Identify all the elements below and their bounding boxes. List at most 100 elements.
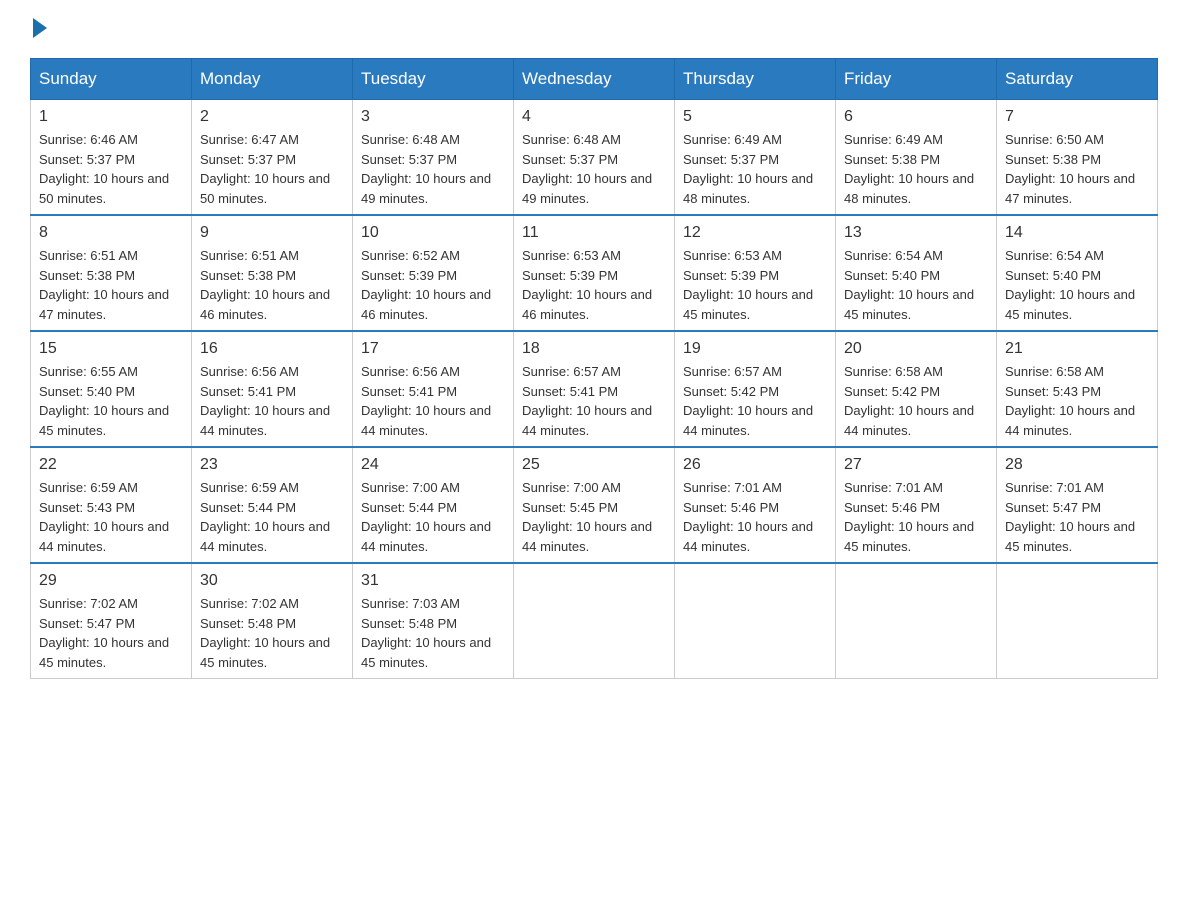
day-number: 20 (844, 340, 988, 358)
day-info: Sunrise: 6:46 AM Sunset: 5:37 PM Dayligh… (39, 130, 183, 208)
calendar-cell: 15 Sunrise: 6:55 AM Sunset: 5:40 PM Dayl… (31, 331, 192, 447)
calendar-cell: 13 Sunrise: 6:54 AM Sunset: 5:40 PM Dayl… (836, 215, 997, 331)
calendar-cell: 17 Sunrise: 6:56 AM Sunset: 5:41 PM Dayl… (353, 331, 514, 447)
day-info: Sunrise: 6:53 AM Sunset: 5:39 PM Dayligh… (683, 246, 827, 324)
day-number: 27 (844, 456, 988, 474)
day-number: 26 (683, 456, 827, 474)
day-info: Sunrise: 6:52 AM Sunset: 5:39 PM Dayligh… (361, 246, 505, 324)
day-number: 4 (522, 108, 666, 126)
calendar-cell (514, 563, 675, 679)
day-number: 18 (522, 340, 666, 358)
day-number: 24 (361, 456, 505, 474)
calendar-day-header: Sunday (31, 59, 192, 100)
day-info: Sunrise: 6:57 AM Sunset: 5:42 PM Dayligh… (683, 362, 827, 440)
day-number: 2 (200, 108, 344, 126)
day-number: 25 (522, 456, 666, 474)
day-number: 19 (683, 340, 827, 358)
calendar-day-header: Thursday (675, 59, 836, 100)
day-number: 13 (844, 224, 988, 242)
day-info: Sunrise: 6:58 AM Sunset: 5:42 PM Dayligh… (844, 362, 988, 440)
day-info: Sunrise: 6:50 AM Sunset: 5:38 PM Dayligh… (1005, 130, 1149, 208)
day-info: Sunrise: 7:02 AM Sunset: 5:48 PM Dayligh… (200, 594, 344, 672)
day-info: Sunrise: 6:51 AM Sunset: 5:38 PM Dayligh… (39, 246, 183, 324)
calendar-cell: 25 Sunrise: 7:00 AM Sunset: 5:45 PM Dayl… (514, 447, 675, 563)
day-number: 15 (39, 340, 183, 358)
logo (30, 20, 47, 40)
calendar-cell: 18 Sunrise: 6:57 AM Sunset: 5:41 PM Dayl… (514, 331, 675, 447)
day-info: Sunrise: 7:01 AM Sunset: 5:46 PM Dayligh… (683, 478, 827, 556)
calendar-week-row: 1 Sunrise: 6:46 AM Sunset: 5:37 PM Dayli… (31, 100, 1158, 216)
calendar-day-header: Wednesday (514, 59, 675, 100)
calendar-cell: 26 Sunrise: 7:01 AM Sunset: 5:46 PM Dayl… (675, 447, 836, 563)
calendar-header: SundayMondayTuesdayWednesdayThursdayFrid… (31, 59, 1158, 100)
day-info: Sunrise: 6:56 AM Sunset: 5:41 PM Dayligh… (200, 362, 344, 440)
day-number: 31 (361, 572, 505, 590)
calendar-cell (675, 563, 836, 679)
day-info: Sunrise: 6:58 AM Sunset: 5:43 PM Dayligh… (1005, 362, 1149, 440)
day-info: Sunrise: 6:57 AM Sunset: 5:41 PM Dayligh… (522, 362, 666, 440)
day-number: 28 (1005, 456, 1149, 474)
calendar-cell: 14 Sunrise: 6:54 AM Sunset: 5:40 PM Dayl… (997, 215, 1158, 331)
day-number: 17 (361, 340, 505, 358)
calendar-cell: 4 Sunrise: 6:48 AM Sunset: 5:37 PM Dayli… (514, 100, 675, 216)
calendar-cell: 9 Sunrise: 6:51 AM Sunset: 5:38 PM Dayli… (192, 215, 353, 331)
day-number: 16 (200, 340, 344, 358)
calendar-day-header: Friday (836, 59, 997, 100)
day-info: Sunrise: 6:54 AM Sunset: 5:40 PM Dayligh… (1005, 246, 1149, 324)
calendar-cell: 19 Sunrise: 6:57 AM Sunset: 5:42 PM Dayl… (675, 331, 836, 447)
calendar-cell: 8 Sunrise: 6:51 AM Sunset: 5:38 PM Dayli… (31, 215, 192, 331)
calendar-cell: 6 Sunrise: 6:49 AM Sunset: 5:38 PM Dayli… (836, 100, 997, 216)
day-number: 3 (361, 108, 505, 126)
calendar-cell: 24 Sunrise: 7:00 AM Sunset: 5:44 PM Dayl… (353, 447, 514, 563)
day-info: Sunrise: 6:55 AM Sunset: 5:40 PM Dayligh… (39, 362, 183, 440)
day-number: 7 (1005, 108, 1149, 126)
calendar-cell: 7 Sunrise: 6:50 AM Sunset: 5:38 PM Dayli… (997, 100, 1158, 216)
day-number: 11 (522, 224, 666, 242)
calendar-cell: 20 Sunrise: 6:58 AM Sunset: 5:42 PM Dayl… (836, 331, 997, 447)
page-header (30, 20, 1158, 40)
calendar-cell: 2 Sunrise: 6:47 AM Sunset: 5:37 PM Dayli… (192, 100, 353, 216)
day-info: Sunrise: 6:56 AM Sunset: 5:41 PM Dayligh… (361, 362, 505, 440)
day-info: Sunrise: 7:00 AM Sunset: 5:45 PM Dayligh… (522, 478, 666, 556)
day-info: Sunrise: 6:48 AM Sunset: 5:37 PM Dayligh… (361, 130, 505, 208)
day-number: 23 (200, 456, 344, 474)
day-number: 1 (39, 108, 183, 126)
calendar-cell: 28 Sunrise: 7:01 AM Sunset: 5:47 PM Dayl… (997, 447, 1158, 563)
day-number: 29 (39, 572, 183, 590)
logo-arrow-icon (33, 18, 47, 38)
calendar-week-row: 15 Sunrise: 6:55 AM Sunset: 5:40 PM Dayl… (31, 331, 1158, 447)
day-info: Sunrise: 7:02 AM Sunset: 5:47 PM Dayligh… (39, 594, 183, 672)
day-info: Sunrise: 7:01 AM Sunset: 5:46 PM Dayligh… (844, 478, 988, 556)
day-number: 30 (200, 572, 344, 590)
calendar-day-header: Saturday (997, 59, 1158, 100)
calendar-cell: 31 Sunrise: 7:03 AM Sunset: 5:48 PM Dayl… (353, 563, 514, 679)
day-info: Sunrise: 6:59 AM Sunset: 5:44 PM Dayligh… (200, 478, 344, 556)
day-info: Sunrise: 6:53 AM Sunset: 5:39 PM Dayligh… (522, 246, 666, 324)
day-number: 12 (683, 224, 827, 242)
calendar-cell: 23 Sunrise: 6:59 AM Sunset: 5:44 PM Dayl… (192, 447, 353, 563)
calendar-cell: 10 Sunrise: 6:52 AM Sunset: 5:39 PM Dayl… (353, 215, 514, 331)
calendar-week-row: 8 Sunrise: 6:51 AM Sunset: 5:38 PM Dayli… (31, 215, 1158, 331)
calendar-week-row: 29 Sunrise: 7:02 AM Sunset: 5:47 PM Dayl… (31, 563, 1158, 679)
calendar-cell: 29 Sunrise: 7:02 AM Sunset: 5:47 PM Dayl… (31, 563, 192, 679)
day-number: 5 (683, 108, 827, 126)
day-number: 22 (39, 456, 183, 474)
calendar-cell: 12 Sunrise: 6:53 AM Sunset: 5:39 PM Dayl… (675, 215, 836, 331)
day-info: Sunrise: 6:47 AM Sunset: 5:37 PM Dayligh… (200, 130, 344, 208)
day-info: Sunrise: 7:00 AM Sunset: 5:44 PM Dayligh… (361, 478, 505, 556)
day-number: 6 (844, 108, 988, 126)
calendar-cell: 11 Sunrise: 6:53 AM Sunset: 5:39 PM Dayl… (514, 215, 675, 331)
day-info: Sunrise: 6:54 AM Sunset: 5:40 PM Dayligh… (844, 246, 988, 324)
calendar-cell: 16 Sunrise: 6:56 AM Sunset: 5:41 PM Dayl… (192, 331, 353, 447)
calendar-cell: 30 Sunrise: 7:02 AM Sunset: 5:48 PM Dayl… (192, 563, 353, 679)
day-number: 8 (39, 224, 183, 242)
day-info: Sunrise: 6:59 AM Sunset: 5:43 PM Dayligh… (39, 478, 183, 556)
calendar-cell: 5 Sunrise: 6:49 AM Sunset: 5:37 PM Dayli… (675, 100, 836, 216)
day-info: Sunrise: 6:49 AM Sunset: 5:37 PM Dayligh… (683, 130, 827, 208)
calendar-cell (997, 563, 1158, 679)
calendar-cell: 1 Sunrise: 6:46 AM Sunset: 5:37 PM Dayli… (31, 100, 192, 216)
day-info: Sunrise: 6:49 AM Sunset: 5:38 PM Dayligh… (844, 130, 988, 208)
calendar-cell (836, 563, 997, 679)
day-number: 9 (200, 224, 344, 242)
calendar-cell: 27 Sunrise: 7:01 AM Sunset: 5:46 PM Dayl… (836, 447, 997, 563)
